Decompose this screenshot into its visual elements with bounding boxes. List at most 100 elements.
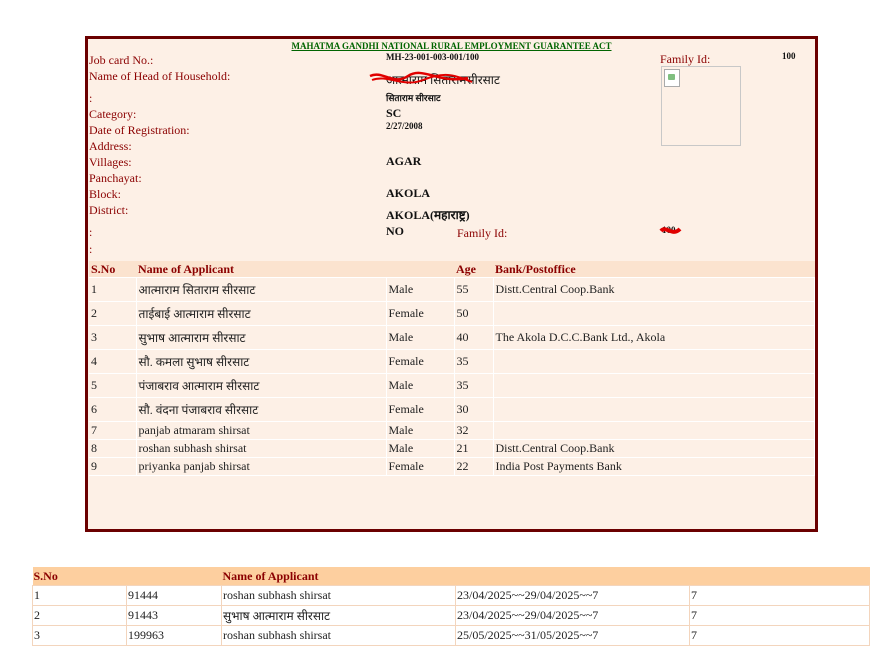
- applicant-row: 8 roshan subhash shirsat Male 21 Distt.C…: [89, 439, 815, 458]
- family-id-value: 100: [782, 51, 796, 61]
- district-value: AKOLA(महाराष्ट्र): [386, 208, 470, 222]
- work-col-period: [455, 567, 690, 586]
- applicant-bank: Distt.Central Coop.Bank: [493, 277, 815, 302]
- head-of-household-value: आत्माराम सितारामसीरसाट: [386, 73, 500, 87]
- work-sno: 1: [32, 585, 127, 606]
- applicant-bank: [493, 421, 815, 440]
- work-name: roshan subhash shirsat: [221, 585, 456, 606]
- applicant-row: 5 पंजाबराव आत्माराम सीरसाट Male 35: [89, 373, 815, 398]
- applicant-name: panjab atmaram shirsat: [136, 421, 387, 440]
- applicant-row: 1 आत्माराम सिताराम सीरसाट Male 55 Distt.…: [89, 277, 815, 302]
- work-days: 7: [689, 625, 870, 646]
- family-id-value-secondary: 100: [662, 225, 676, 235]
- applicant-name: सौ. कमला सुभाष सीरसाट: [136, 349, 387, 374]
- applicant-age: 30: [454, 397, 494, 422]
- applicant-gender: Female: [386, 301, 455, 326]
- applicant-name: आत्माराम सिताराम सीरसाट: [136, 277, 387, 302]
- head-of-household-label: Name of Head of Household:: [89, 69, 231, 83]
- applicant-age: 35: [454, 373, 494, 398]
- applicant-bank: Distt.Central Coop.Bank: [493, 439, 815, 458]
- applicant-sno: 1: [89, 277, 137, 302]
- applicant-row: 9 priyanka panjab shirsat Female 22 Indi…: [89, 457, 815, 476]
- applicant-row: 4 सौ. कमला सुभाष सीरसाट Female 35: [89, 349, 815, 374]
- applicant-gender: Male: [386, 325, 455, 350]
- panchayat-label: Panchayat:: [89, 171, 142, 185]
- work-col-id: [126, 567, 222, 586]
- address-label: Address:: [89, 139, 132, 153]
- applicant-bank: India Post Payments Bank: [493, 457, 815, 476]
- applicant-sno: 7: [89, 421, 137, 440]
- work-id: 91444: [126, 585, 222, 606]
- block-value: AKOLA: [386, 186, 431, 200]
- villages-label: Villages:: [89, 155, 132, 169]
- applicant-age: 40: [454, 325, 494, 350]
- bpl-value: NO: [386, 224, 404, 238]
- applicant-sno: 6: [89, 397, 137, 422]
- father-colon-label: :: [89, 91, 93, 105]
- registration-date-label: Date of Registration:: [89, 123, 190, 137]
- job-card-label: Job card No.:: [89, 53, 154, 67]
- district-label: District:: [89, 203, 129, 217]
- applicant-name: पंजाबराव आत्माराम सीरसाट: [136, 373, 387, 398]
- work-id: 91443: [126, 605, 222, 626]
- work-id: 199963: [126, 625, 222, 646]
- applicant-bank: The Akola D.C.C.Bank Ltd., Akola: [493, 325, 815, 350]
- work-demand-table: S.No Name of Applicant 1 91444 roshan su…: [32, 567, 870, 646]
- applicant-sno: 3: [89, 325, 137, 350]
- applicant-age: 21: [454, 439, 494, 458]
- col-age: Age: [454, 261, 493, 278]
- applicant-gender: Male: [386, 421, 455, 440]
- applicant-sno: 2: [89, 301, 137, 326]
- applicant-age: 35: [454, 349, 494, 374]
- col-name: Name of Applicant: [136, 261, 386, 278]
- act-title: MAHATMA GANDHI NATIONAL RURAL EMPLOYMENT…: [291, 41, 612, 51]
- applicant-name: priyanka panjab shirsat: [136, 457, 387, 476]
- block-label: Block:: [89, 187, 121, 201]
- col-sno: S.No: [89, 261, 136, 278]
- col-bank: Bank/Postoffice: [493, 261, 815, 278]
- applicant-sno: 8: [89, 439, 137, 458]
- applicant-gender: Male: [386, 277, 455, 302]
- work-row: 2 91443 सुभाष आत्माराम सीरसाट 23/04/2025…: [32, 605, 870, 626]
- applicants-table: S.No Name of Applicant Age Bank/Postoffi…: [89, 261, 815, 476]
- applicant-name: सौ. वंदना पंजाबराव सीरसाट: [136, 397, 387, 422]
- registration-date-value: 2/27/2008: [386, 121, 423, 131]
- applicant-bank: [493, 373, 815, 398]
- family-id-label: Family Id:: [660, 52, 711, 66]
- applicants-header-row: S.No Name of Applicant Age Bank/Postoffi…: [89, 261, 815, 278]
- applicant-name: roshan subhash shirsat: [136, 439, 387, 458]
- work-period: 23/04/2025~~29/04/2025~~7: [455, 585, 690, 606]
- category-value: SC: [386, 106, 402, 120]
- work-days: 7: [689, 605, 870, 626]
- family-id-label-secondary: Family Id:: [457, 226, 508, 240]
- applicant-bank: [493, 301, 815, 326]
- applicant-gender: Female: [386, 457, 455, 476]
- applicant-name: सुभाष आत्माराम सीरसाट: [136, 325, 387, 350]
- category-label: Category:: [89, 107, 137, 121]
- applicant-gender: Female: [386, 349, 455, 374]
- applicant-row: 7 panjab atmaram shirsat Male 32: [89, 421, 815, 440]
- work-header-row: S.No Name of Applicant: [32, 567, 870, 586]
- applicant-age: 55: [454, 277, 494, 302]
- work-col-name: Name of Applicant: [221, 567, 456, 586]
- applicant-row: 3 सुभाष आत्माराम सीरसाट Male 40 The Akol…: [89, 325, 815, 350]
- work-name: सुभाष आत्माराम सीरसाट: [221, 605, 456, 626]
- job-card-value: MH-23-001-003-001/100: [386, 52, 479, 62]
- work-col-sno: S.No: [32, 567, 127, 586]
- applicant-age: 50: [454, 301, 494, 326]
- applicant-sno: 9: [89, 457, 137, 476]
- applicant-sno: 5: [89, 373, 137, 398]
- applicant-row: 6 सौ. वंदना पंजाबराव सीरसाट Female 30: [89, 397, 815, 422]
- applicant-gender: Female: [386, 397, 455, 422]
- applicant-age: 22: [454, 457, 494, 476]
- applicant-gender: Male: [386, 373, 455, 398]
- applicant-row: 2 ताईबाई आत्माराम सीरसाट Female 50: [89, 301, 815, 326]
- applicant-sno: 4: [89, 349, 137, 374]
- bpl-colon-label: :: [89, 225, 93, 239]
- father-name-value: सिताराम सीरसाट: [386, 93, 441, 103]
- applicant-bank: [493, 349, 815, 374]
- village-value: AGAR: [386, 154, 422, 168]
- job-card-panel: MAHATMA GANDHI NATIONAL RURAL EMPLOYMENT…: [85, 36, 818, 532]
- applicant-age: 32: [454, 421, 494, 440]
- applicant-bank: [493, 397, 815, 422]
